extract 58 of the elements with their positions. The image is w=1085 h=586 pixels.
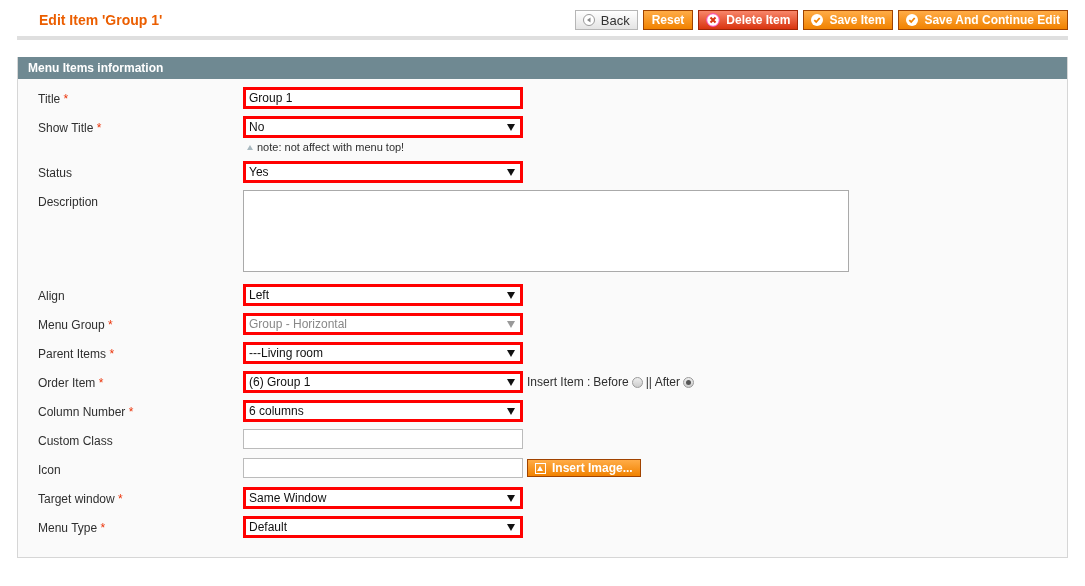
required-mark: *: [96, 121, 102, 135]
insert-label: Insert Item :: [527, 375, 591, 389]
field-label: Align: [38, 289, 65, 303]
delete-button[interactable]: Delete Item: [698, 10, 799, 30]
radio-label: Before: [593, 375, 629, 389]
select-field[interactable]: No: [243, 116, 523, 138]
required-mark: *: [63, 92, 69, 106]
field-label: Status: [38, 166, 73, 180]
triangle-icon: [247, 144, 253, 150]
field-label: Show Title: [38, 121, 94, 135]
text-field[interactable]: [243, 429, 523, 449]
close-icon: [706, 13, 721, 27]
select-field[interactable]: 6 columns: [243, 400, 523, 422]
required-mark: *: [118, 492, 123, 506]
field-label: Icon: [38, 463, 61, 477]
required-mark: *: [98, 376, 104, 390]
text-field[interactable]: Group 1: [243, 87, 523, 109]
image-icon: [535, 462, 546, 474]
caret-icon: [507, 291, 515, 299]
select-field[interactable]: Same Window: [243, 487, 523, 509]
caret-icon: [507, 494, 515, 502]
field-label: Menu Group: [38, 318, 105, 332]
caret-icon: [507, 378, 515, 386]
check-icon: [906, 14, 919, 26]
required-mark: *: [109, 347, 115, 361]
field-label: Custom Class: [38, 434, 113, 448]
field-label: Title: [38, 92, 61, 106]
caret-icon: [507, 407, 515, 415]
field-label: Menu Type: [38, 521, 98, 535]
radio-button[interactable]: [682, 376, 694, 388]
caret-icon: [507, 123, 515, 131]
field-note: note: not affect with menu top!: [257, 141, 405, 153]
radio-button[interactable]: [631, 376, 643, 388]
radio-label: || After: [645, 375, 680, 389]
select-field[interactable]: Left: [243, 284, 523, 306]
field-label: Order Item: [38, 376, 96, 390]
text-field[interactable]: [243, 458, 523, 478]
select-field[interactable]: Default: [243, 516, 523, 538]
section-header: Menu Items information: [18, 57, 1067, 79]
select-field[interactable]: ---Living room: [243, 342, 523, 364]
page-title: Edit Item 'Group 1': [39, 12, 163, 28]
caret-icon: [507, 320, 515, 328]
required-mark: *: [108, 318, 113, 332]
back-icon: [582, 14, 595, 26]
caret-icon: [507, 168, 515, 176]
field-label: Parent Items: [38, 347, 107, 361]
description-field[interactable]: [243, 190, 849, 272]
caret-icon: [507, 349, 515, 357]
select-field[interactable]: (6) Group 1: [243, 371, 523, 393]
back-button[interactable]: Back: [574, 10, 638, 30]
field-label: Description: [38, 195, 99, 209]
field-label: Target window: [38, 492, 115, 506]
required-mark: *: [128, 405, 134, 419]
check-icon: [811, 14, 824, 26]
field-label: Column Number: [38, 405, 126, 419]
caret-icon: [507, 523, 515, 531]
required-mark: *: [100, 521, 106, 535]
select-field[interactable]: Yes: [243, 161, 523, 183]
